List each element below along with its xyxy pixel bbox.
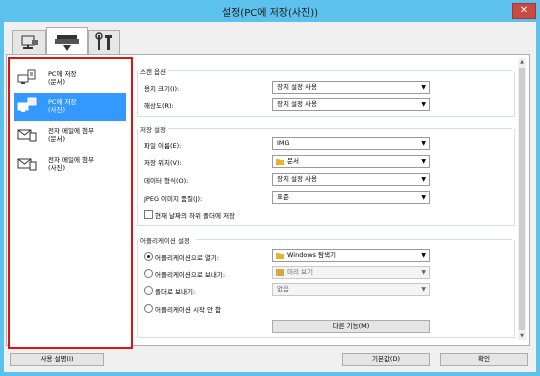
close-button[interactable]: ✕ <box>512 3 536 19</box>
save-location-select[interactable]: 문서 ▼ <box>272 155 430 168</box>
window-frame-bottom <box>0 372 540 376</box>
vertical-scrollbar[interactable]: ▲ ▼ <box>518 58 526 340</box>
send-to-folder-radio[interactable] <box>144 286 153 295</box>
settings-window: 설정(PC에 저장(사진)) ✕ PC에 저장 (문서) PC에 저장 (사진)… <box>0 0 540 376</box>
scanner-icon <box>55 35 79 51</box>
photo-save-icon <box>17 97 37 112</box>
sidebar-item-label: PC에 저장 (사진) <box>48 98 77 114</box>
folder-icon <box>276 253 284 259</box>
send-to-folder-value: 없음 <box>277 285 289 293</box>
filename-label: 파일 이름(E): <box>144 142 182 150</box>
mail-attach-icon <box>17 129 37 142</box>
defaults-button[interactable]: 기본값(D) <box>342 353 430 366</box>
window-title: 설정(PC에 저장(사진)) <box>221 8 319 19</box>
folder-icon <box>276 159 284 165</box>
send-to-folder-label: 폴더로 보내기: <box>155 288 196 296</box>
instructions-button[interactable]: 사용 설명(I) <box>10 353 104 366</box>
jpeg-quality-value: 표준 <box>277 193 289 201</box>
sidebar: PC에 저장 (문서) PC에 저장 (사진) 전자 메일에 첨부 (문서) 전… <box>8 57 133 349</box>
chevron-down-icon: ▼ <box>421 269 426 276</box>
sidebar-item-mail-document[interactable]: 전자 메일에 첨부 (문서) <box>14 122 126 150</box>
tools-icon <box>95 32 112 50</box>
chevron-down-icon: ▼ <box>421 84 426 91</box>
open-with-app-select[interactable]: Windows 탐색기 ▼ <box>272 249 430 262</box>
document-save-icon <box>17 69 36 84</box>
sidebar-item-save-pc-photo[interactable]: PC에 저장 (사진) <box>14 93 126 121</box>
sidebar-item-save-pc-document[interactable]: PC에 저장 (문서) <box>14 65 126 93</box>
save-location-label: 저장 위치(V): <box>144 159 182 167</box>
chevron-down-icon: ▼ <box>421 140 426 147</box>
paper-size-value: 장치 설정 사용 <box>277 83 318 91</box>
resolution-select[interactable]: 장치 설정 사용 ▼ <box>272 98 430 111</box>
open-with-app-value: Windows 탐색기 <box>287 251 337 259</box>
tab-scan-from-computer[interactable] <box>12 30 46 55</box>
preview-icon <box>276 269 284 276</box>
scanner-computer-icon <box>21 35 38 49</box>
scroll-thumb[interactable] <box>519 68 525 330</box>
chevron-down-icon: ▼ <box>421 158 426 165</box>
chevron-down-icon: ▼ <box>421 101 426 108</box>
filename-input[interactable]: IMG ▼ <box>272 137 430 150</box>
no-app-label: 어플리케이션 시작 안 함 <box>155 306 221 314</box>
data-format-value: 장치 설정 사용 <box>277 175 318 183</box>
resolution-value: 장치 설정 사용 <box>277 100 318 108</box>
tab-scan-from-operation-panel[interactable] <box>46 27 88 56</box>
sidebar-item-mail-photo[interactable]: 전자 메일에 첨부 (사진) <box>14 151 126 179</box>
tab-general-settings[interactable] <box>88 30 120 55</box>
resolution-label: 해상도(R): <box>144 102 174 110</box>
chevron-down-icon: ▼ <box>421 252 426 259</box>
jpeg-quality-select[interactable]: 표준 ▼ <box>272 191 430 204</box>
window-frame-left <box>0 22 4 376</box>
scroll-down-arrow-icon[interactable]: ▼ <box>518 332 526 340</box>
filename-value: IMG <box>277 139 290 147</box>
no-app-radio[interactable] <box>144 304 153 313</box>
more-functions-button[interactable]: 다른 기능(M) <box>272 320 430 333</box>
chevron-down-icon: ▼ <box>421 176 426 183</box>
send-to-app-select[interactable]: 미리 보기 ▼ <box>272 266 430 279</box>
window-frame-right <box>536 22 540 376</box>
chevron-down-icon: ▼ <box>421 194 426 201</box>
send-to-folder-select[interactable]: 없음 ▼ <box>272 283 430 296</box>
ok-button[interactable]: 확인 <box>440 353 528 366</box>
sidebar-item-label: 전자 메일에 첨부 (사진) <box>48 156 94 172</box>
data-format-select[interactable]: 장치 설정 사용 ▼ <box>272 173 430 186</box>
title-bar: 설정(PC에 저장(사진)) ✕ <box>0 0 540 22</box>
mail-attach-icon <box>17 158 37 171</box>
sidebar-item-label: PC에 저장 (문서) <box>48 70 77 86</box>
subfolder-label: 현재 날짜의 하위 폴더에 저장 <box>155 212 236 220</box>
chevron-down-icon: ▼ <box>421 286 426 293</box>
jpeg-quality-label: JPEG 이미지 품질(J): <box>144 195 203 203</box>
data-format-label: 데이터 형식(O): <box>144 177 189 185</box>
save-location-value: 문서 <box>287 157 299 165</box>
paper-size-label: 용지 크기(I): <box>144 85 180 93</box>
open-with-app-label: 어플리케이션으로 열기: <box>155 254 220 262</box>
send-to-app-label: 어플리케이션으로 보내기: <box>155 271 226 279</box>
send-to-app-value: 미리 보기 <box>287 268 313 276</box>
open-with-app-radio[interactable] <box>144 252 153 261</box>
paper-size-select[interactable]: 장치 설정 사용 ▼ <box>272 81 430 94</box>
send-to-app-radio[interactable] <box>144 269 153 278</box>
sidebar-item-label: 전자 메일에 첨부 (문서) <box>48 127 94 143</box>
subfolder-checkbox[interactable] <box>144 210 153 219</box>
scroll-up-arrow-icon[interactable]: ▲ <box>518 58 526 66</box>
